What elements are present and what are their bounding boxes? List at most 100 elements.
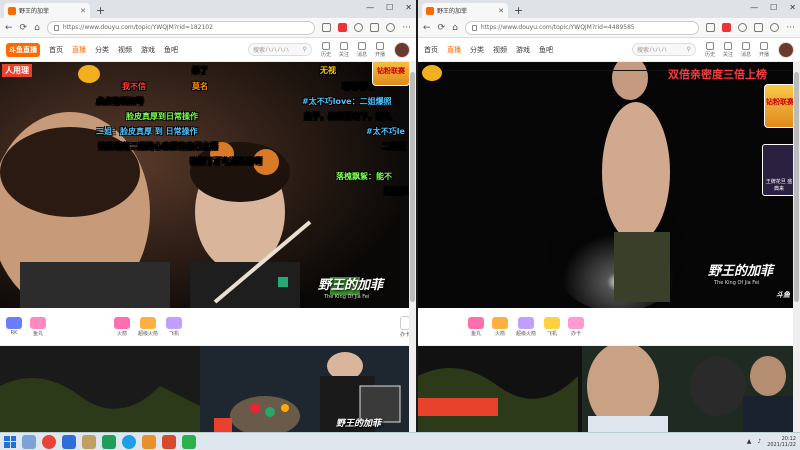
volume-icon[interactable]: ♪ (757, 438, 761, 445)
new-tab-button[interactable]: + (514, 4, 523, 17)
minimize-icon[interactable]: — (366, 3, 374, 12)
clock[interactable]: 20:12 2021/11/22 (767, 436, 796, 448)
video-player[interactable]: 双倍亲密度三倍上榜 钻粉联赛 王牌花旦 盛典来 野王的加菲 The King O… (418, 62, 800, 308)
right-browser-window: 野王的加菲 ✕ + — ☐ ✕ ← ⟳ ⌂ https://www.douyu.… (418, 0, 800, 432)
app-icon[interactable] (82, 434, 96, 449)
gift-item[interactable]: 飞机 (544, 316, 561, 337)
nav-home[interactable]: 首页 (49, 45, 63, 55)
scrollbar[interactable] (793, 62, 800, 432)
new-tab-button[interactable]: + (96, 4, 105, 17)
wechat-icon[interactable] (182, 434, 196, 449)
player-icon[interactable] (102, 434, 116, 449)
browser-tab[interactable]: 野王的加菲 ✕ (422, 3, 508, 18)
gift-item[interactable]: 办卡 (568, 316, 585, 337)
network-icon[interactable]: ▲ (747, 438, 752, 445)
nav-game[interactable]: 游戏 (141, 45, 155, 55)
search-input[interactable]: 搜索ハハハハ ⚲ (247, 43, 312, 56)
refresh-icon[interactable]: ⟳ (20, 23, 28, 33)
gift-item[interactable]: 超级火箭 (516, 316, 536, 337)
gift-item[interactable]: 飞机 (166, 316, 183, 337)
home-icon[interactable]: ⌂ (34, 23, 40, 33)
more-icon[interactable]: ··· (786, 23, 795, 33)
extension-icon[interactable] (338, 23, 348, 32)
nav-yuba[interactable]: 鱼吧 (164, 45, 178, 55)
folder-icon[interactable] (142, 434, 156, 449)
corner-badge: 人用理 (2, 64, 32, 77)
scrollbar-thumb[interactable] (410, 72, 415, 302)
nav-category[interactable]: 分类 (470, 45, 484, 55)
nav-category[interactable]: 分类 (95, 45, 109, 55)
ie-icon[interactable] (22, 434, 36, 449)
url-input[interactable]: https://www.douyu.com/topic/YWQJM?rid=18… (46, 20, 316, 35)
maximize-icon[interactable]: ☐ (386, 3, 393, 12)
refresh-ext-icon[interactable] (738, 23, 748, 32)
gift-item[interactable]: RK (6, 317, 22, 336)
follow-icon[interactable]: 关注 (339, 41, 349, 58)
profile-icon[interactable] (770, 23, 780, 32)
more-icon[interactable]: ··· (402, 23, 411, 33)
recommend-area[interactable]: 野王的加菲 (0, 346, 416, 432)
collections-icon[interactable] (370, 23, 380, 32)
avatar[interactable] (394, 41, 410, 58)
close-tab-icon[interactable]: ✕ (498, 7, 504, 15)
favorites-icon[interactable] (706, 23, 716, 32)
history-icon[interactable]: 历史 (705, 41, 715, 58)
maximize-icon[interactable]: ☐ (770, 3, 777, 12)
extension-icon[interactable] (722, 23, 732, 32)
back-icon[interactable]: ← (423, 23, 431, 33)
minimize-icon[interactable]: — (750, 3, 758, 12)
windows-start-icon[interactable] (4, 435, 16, 448)
gift-item[interactable]: 鱼丸 (468, 316, 484, 337)
nav-live[interactable]: 直播 (447, 45, 461, 55)
back-icon[interactable]: ← (5, 23, 13, 33)
broadcast-icon[interactable]: 开播 (759, 41, 769, 58)
message-icon[interactable]: 消息 (357, 41, 367, 58)
gift-item[interactable]: 火箭 (114, 316, 130, 337)
close-tab-icon[interactable]: ✕ (80, 7, 86, 15)
profile-icon[interactable] (386, 23, 396, 32)
edge-icon[interactable] (122, 434, 136, 449)
nav-live[interactable]: 直播 (72, 45, 86, 55)
nav-game[interactable]: 游戏 (516, 45, 530, 55)
history-icon[interactable]: 历史 (321, 41, 331, 58)
message-icon[interactable]: 消息 (741, 41, 751, 58)
nav-yuba[interactable]: 鱼吧 (539, 45, 553, 55)
search-input[interactable]: 搜索ハハハ ⚲ (631, 43, 696, 56)
url-input[interactable]: https://www.douyu.com/topic/YWQJM?rid=44… (464, 20, 700, 35)
gift-item[interactable]: 超级火箭 (138, 316, 158, 337)
scrollbar[interactable] (409, 62, 416, 432)
nav-home[interactable]: 首页 (424, 45, 438, 55)
search-icon[interactable]: ⚲ (303, 46, 307, 53)
recommend-area[interactable] (418, 346, 800, 432)
address-bar-row: ← ⟳ ⌂ https://www.douyu.com/topic/YWQJM?… (418, 18, 800, 38)
video-player[interactable]: 人用理 杀了 无视 我不信 莫名 哈哈哈哈 点点有新加号 #太不巧love：二姐… (0, 62, 416, 308)
close-window-icon[interactable]: ✕ (789, 3, 796, 12)
collections-icon[interactable] (754, 23, 764, 32)
promo-card[interactable]: 王牌花旦 盛典来 (762, 144, 796, 196)
danmaku-10: #太不巧le (366, 127, 405, 136)
search-icon[interactable]: ⚲ (687, 46, 691, 53)
broadcast-icon[interactable]: 开播 (375, 41, 385, 58)
danmaku-15: 落槐飘 (384, 187, 408, 196)
app2-icon[interactable] (162, 434, 176, 449)
home-icon[interactable]: ⌂ (452, 23, 458, 33)
avatar[interactable] (778, 41, 794, 58)
gift-item[interactable]: 鱼丸 (30, 316, 46, 337)
browser-tab[interactable]: 野王的加菲 ✕ (4, 3, 90, 18)
favorites-icon[interactable] (322, 23, 332, 32)
lock-icon (53, 24, 59, 31)
douyu-logo[interactable]: 斗鱼直播 (6, 42, 40, 57)
refresh-ext-icon[interactable] (354, 23, 364, 32)
refresh-icon[interactable]: ⟳ (438, 23, 446, 33)
scrollbar-thumb[interactable] (794, 72, 799, 302)
danmaku-12: 二姐是 (382, 142, 406, 151)
nav-video[interactable]: 视频 (118, 45, 132, 55)
nav-video[interactable]: 视频 (493, 45, 507, 55)
follow-icon[interactable]: 关注 (723, 41, 733, 58)
media-icon[interactable] (62, 434, 76, 449)
promo-badge[interactable]: 钻粉联赛 (372, 62, 410, 86)
gift-item[interactable]: 火箭 (492, 316, 508, 337)
promo-badge[interactable]: 钻粉联赛 (764, 84, 796, 128)
close-window-icon[interactable]: ✕ (405, 3, 412, 12)
chrome-icon[interactable] (42, 434, 56, 449)
